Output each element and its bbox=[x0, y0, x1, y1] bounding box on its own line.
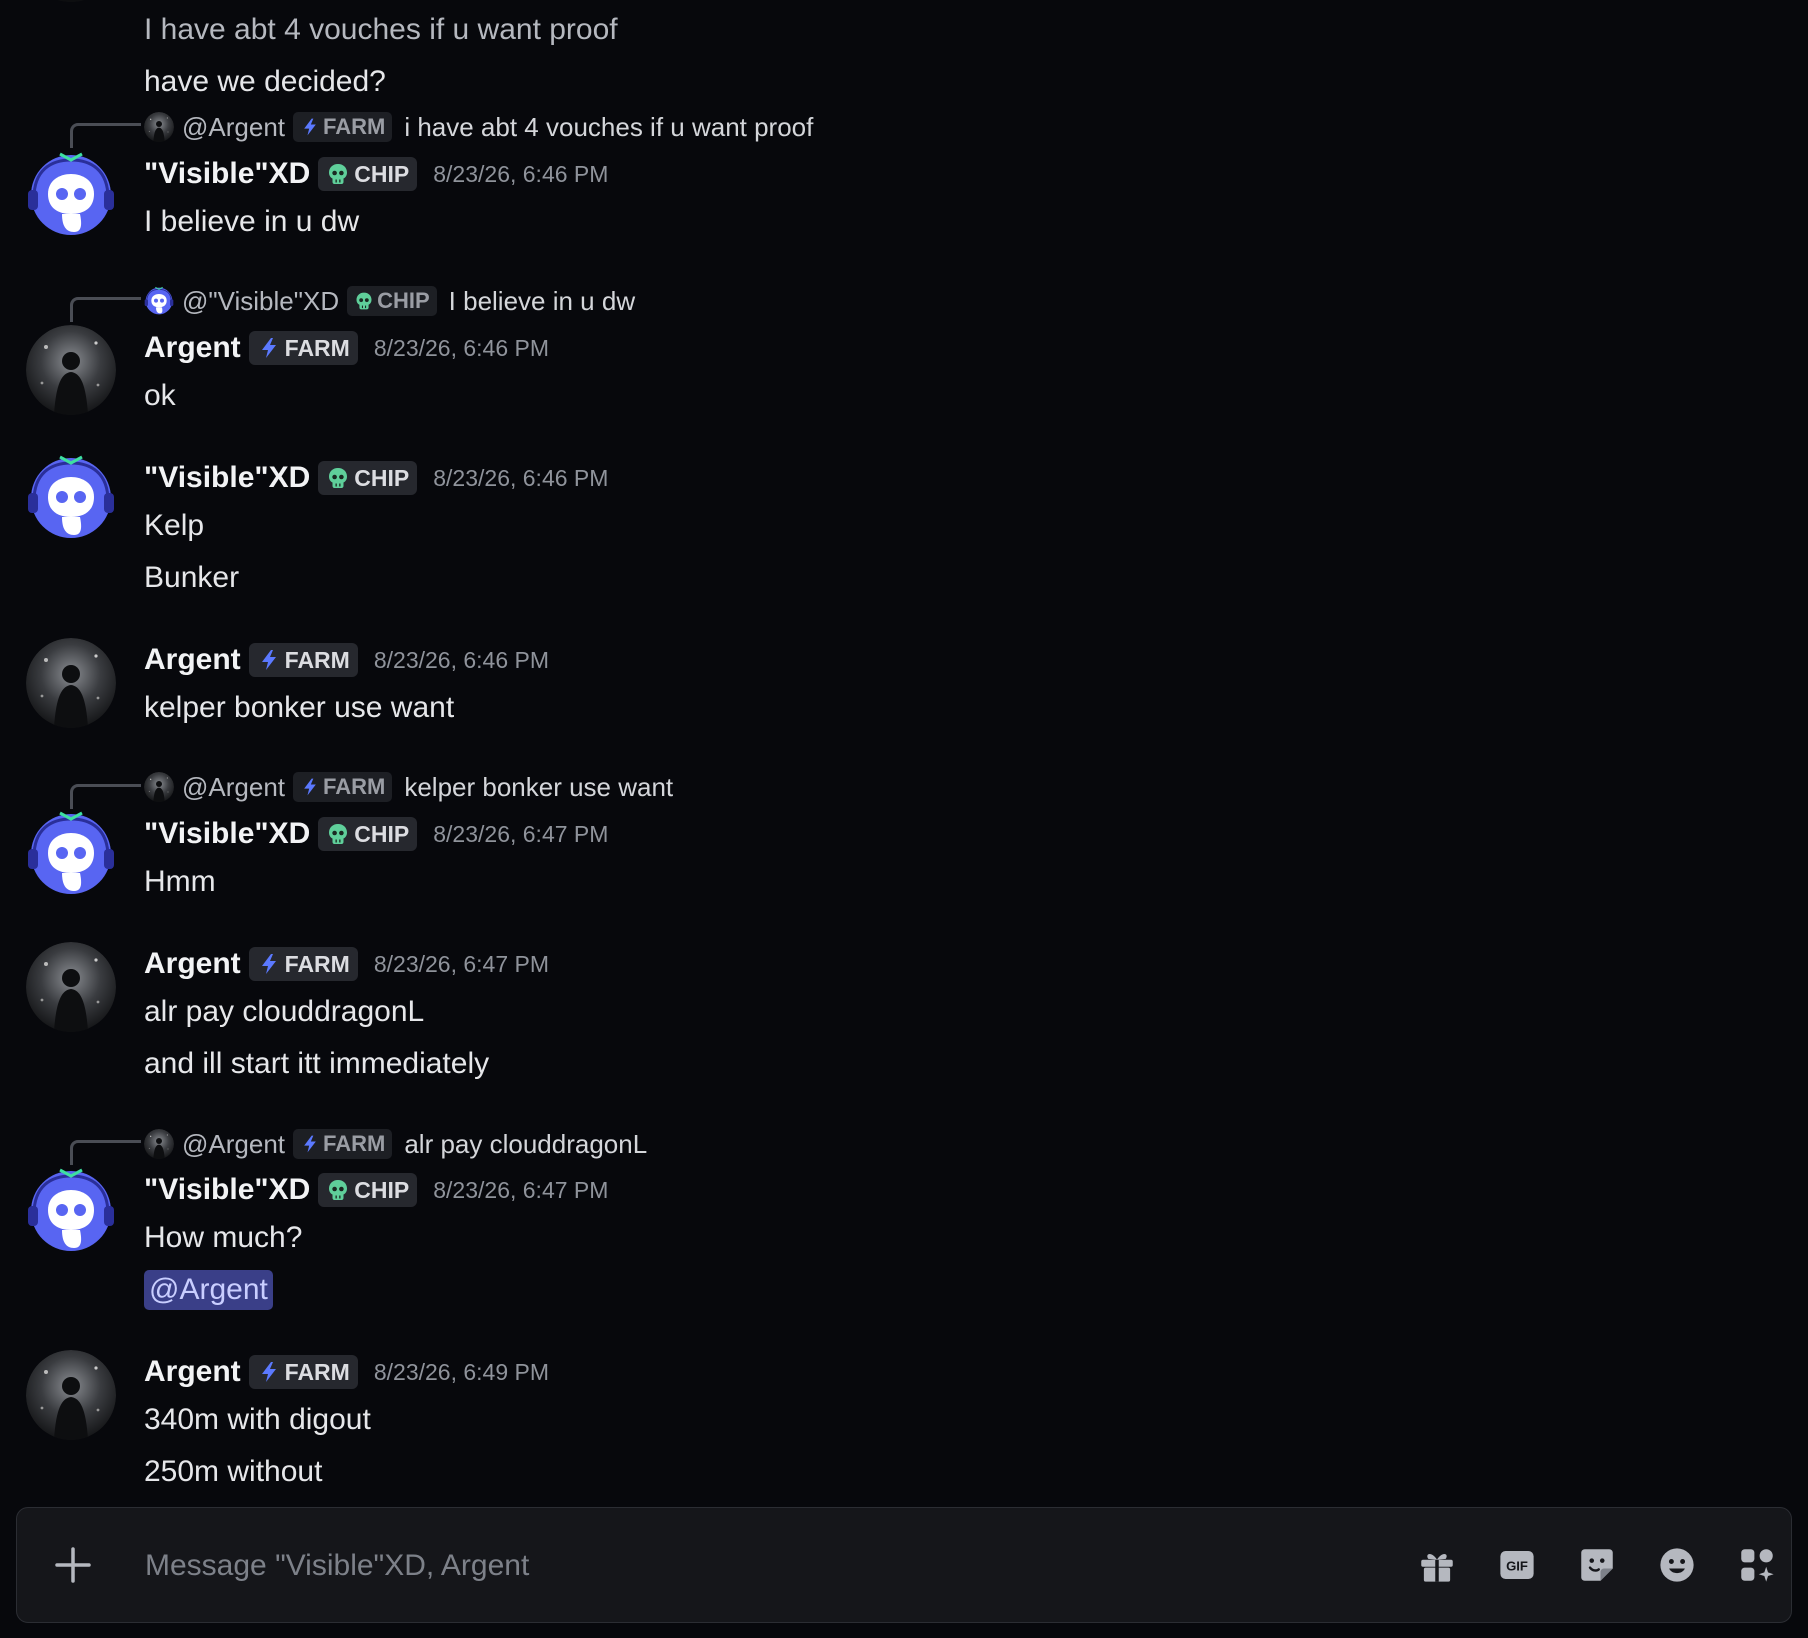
role-tag: FARM bbox=[248, 1355, 358, 1389]
message-text: have we decided? bbox=[144, 65, 386, 98]
timestamp: 8/23/26, 6:47 PM bbox=[373, 950, 550, 977]
username[interactable]: Argent bbox=[144, 643, 241, 677]
role-tag: CHIP bbox=[347, 286, 437, 316]
avatar[interactable] bbox=[26, 150, 116, 240]
timestamp: 8/23/26, 6:46 PM bbox=[433, 160, 609, 187]
apps-icon[interactable] bbox=[1736, 1544, 1778, 1586]
message-text: I believe in u dw bbox=[144, 205, 360, 238]
reply-author[interactable]: @"Visible"XD bbox=[182, 286, 339, 317]
gift-icon[interactable] bbox=[1416, 1544, 1458, 1586]
avatar bbox=[144, 1129, 174, 1159]
username[interactable]: "Visible"XD bbox=[144, 157, 310, 191]
timestamp: 8/23/26, 6:46 PM bbox=[373, 334, 550, 361]
role-tag: FARM bbox=[248, 947, 358, 981]
timestamp: 8/23/26, 6:46 PM bbox=[373, 646, 550, 673]
avatar[interactable] bbox=[26, 638, 116, 728]
reply-preview[interactable]: @Argent FARM alr pay clouddragonL bbox=[144, 1127, 647, 1161]
role-tag: CHIP bbox=[318, 461, 418, 495]
message-composer: GIF bbox=[16, 1507, 1792, 1623]
skull-icon bbox=[326, 822, 350, 846]
message-text: Kelp bbox=[144, 509, 205, 542]
avatar[interactable] bbox=[26, 453, 116, 543]
message-input[interactable] bbox=[143, 1530, 1377, 1602]
lightning-icon bbox=[300, 1134, 320, 1154]
reply-spine bbox=[70, 784, 141, 809]
role-tag: FARM bbox=[293, 112, 393, 142]
skull-icon bbox=[354, 291, 374, 311]
reply-preview[interactable]: @"Visible"XD CHIP I believe in u dw bbox=[144, 284, 635, 318]
avatar bbox=[144, 772, 174, 802]
message-text: kelper bonker use want bbox=[144, 691, 455, 724]
reply-author[interactable]: @Argent bbox=[182, 772, 285, 803]
skull-icon bbox=[326, 162, 350, 186]
message-list[interactable]: I have abt 4 vouches if u want proof hav… bbox=[0, 0, 1808, 1500]
reply-author[interactable]: @Argent bbox=[182, 112, 285, 143]
avatar[interactable] bbox=[26, 1166, 116, 1256]
role-tag: FARM bbox=[293, 1129, 393, 1159]
gif-icon[interactable]: GIF bbox=[1496, 1544, 1538, 1586]
lightning-icon bbox=[257, 336, 281, 360]
lightning-icon bbox=[300, 777, 320, 797]
sticker-icon[interactable] bbox=[1576, 1544, 1618, 1586]
svg-text:GIF: GIF bbox=[1506, 1559, 1528, 1574]
message-text: How much? bbox=[144, 1221, 303, 1254]
message-text: ok bbox=[144, 379, 176, 412]
lightning-icon bbox=[257, 648, 281, 672]
reply-spine bbox=[70, 1140, 141, 1165]
avatar[interactable] bbox=[26, 809, 116, 899]
avatar[interactable] bbox=[26, 325, 116, 415]
avatar[interactable] bbox=[26, 1350, 116, 1440]
emoji-icon[interactable] bbox=[1656, 1544, 1698, 1586]
username[interactable]: "Visible"XD bbox=[144, 461, 310, 495]
lightning-icon bbox=[257, 952, 281, 976]
username[interactable]: "Visible"XD bbox=[144, 817, 310, 851]
username[interactable]: Argent bbox=[144, 1355, 241, 1389]
plus-icon[interactable] bbox=[51, 1543, 95, 1587]
timestamp: 8/23/26, 6:46 PM bbox=[433, 464, 609, 491]
reply-spine bbox=[70, 123, 141, 148]
role-tag: CHIP bbox=[318, 817, 418, 851]
role-tag: FARM bbox=[248, 643, 358, 677]
role-tag: CHIP bbox=[318, 157, 418, 191]
avatar bbox=[144, 112, 174, 142]
lightning-icon bbox=[300, 117, 320, 137]
reply-preview[interactable]: @Argent FARM kelper bonker use want bbox=[144, 770, 673, 804]
lightning-icon bbox=[257, 1360, 281, 1384]
skull-icon bbox=[326, 1178, 350, 1202]
avatar[interactable] bbox=[26, 942, 116, 1032]
role-tag: CHIP bbox=[318, 1173, 418, 1207]
reply-text: i have abt 4 vouches if u want proof bbox=[404, 111, 814, 142]
username[interactable]: "Visible"XD bbox=[144, 1173, 310, 1207]
message-text: and ill start itt immediately bbox=[144, 1047, 490, 1080]
username[interactable]: Argent bbox=[144, 331, 241, 365]
timestamp: 8/23/26, 6:49 PM bbox=[373, 1358, 550, 1385]
message-text: I have abt 4 vouches if u want proof bbox=[144, 13, 618, 46]
username[interactable]: Argent bbox=[144, 947, 241, 981]
reply-text: kelper bonker use want bbox=[404, 771, 674, 802]
message-text: alr pay clouddragonL bbox=[144, 995, 425, 1028]
timestamp: 8/23/26, 6:47 PM bbox=[433, 1176, 609, 1203]
message-text: 340m with digout bbox=[144, 1403, 371, 1436]
reply-text: I believe in u dw bbox=[448, 285, 636, 316]
timestamp: 8/23/26, 6:47 PM bbox=[433, 820, 609, 847]
role-tag: FARM bbox=[248, 331, 358, 365]
avatar[interactable] bbox=[26, 0, 116, 2]
reply-text: alr pay clouddragonL bbox=[404, 1128, 648, 1159]
skull-icon bbox=[326, 466, 350, 490]
reply-preview[interactable]: @Argent FARM i have abt 4 vouches if u w… bbox=[144, 110, 813, 144]
role-tag: FARM bbox=[293, 772, 393, 802]
avatar bbox=[144, 286, 174, 316]
reply-author[interactable]: @Argent bbox=[182, 1129, 285, 1160]
reply-spine bbox=[70, 297, 141, 322]
message-text: Bunker bbox=[144, 561, 240, 594]
message-text: Hmm bbox=[144, 865, 216, 898]
user-mention[interactable]: @Argent bbox=[144, 1270, 273, 1310]
message-text: 250m without bbox=[144, 1455, 323, 1488]
